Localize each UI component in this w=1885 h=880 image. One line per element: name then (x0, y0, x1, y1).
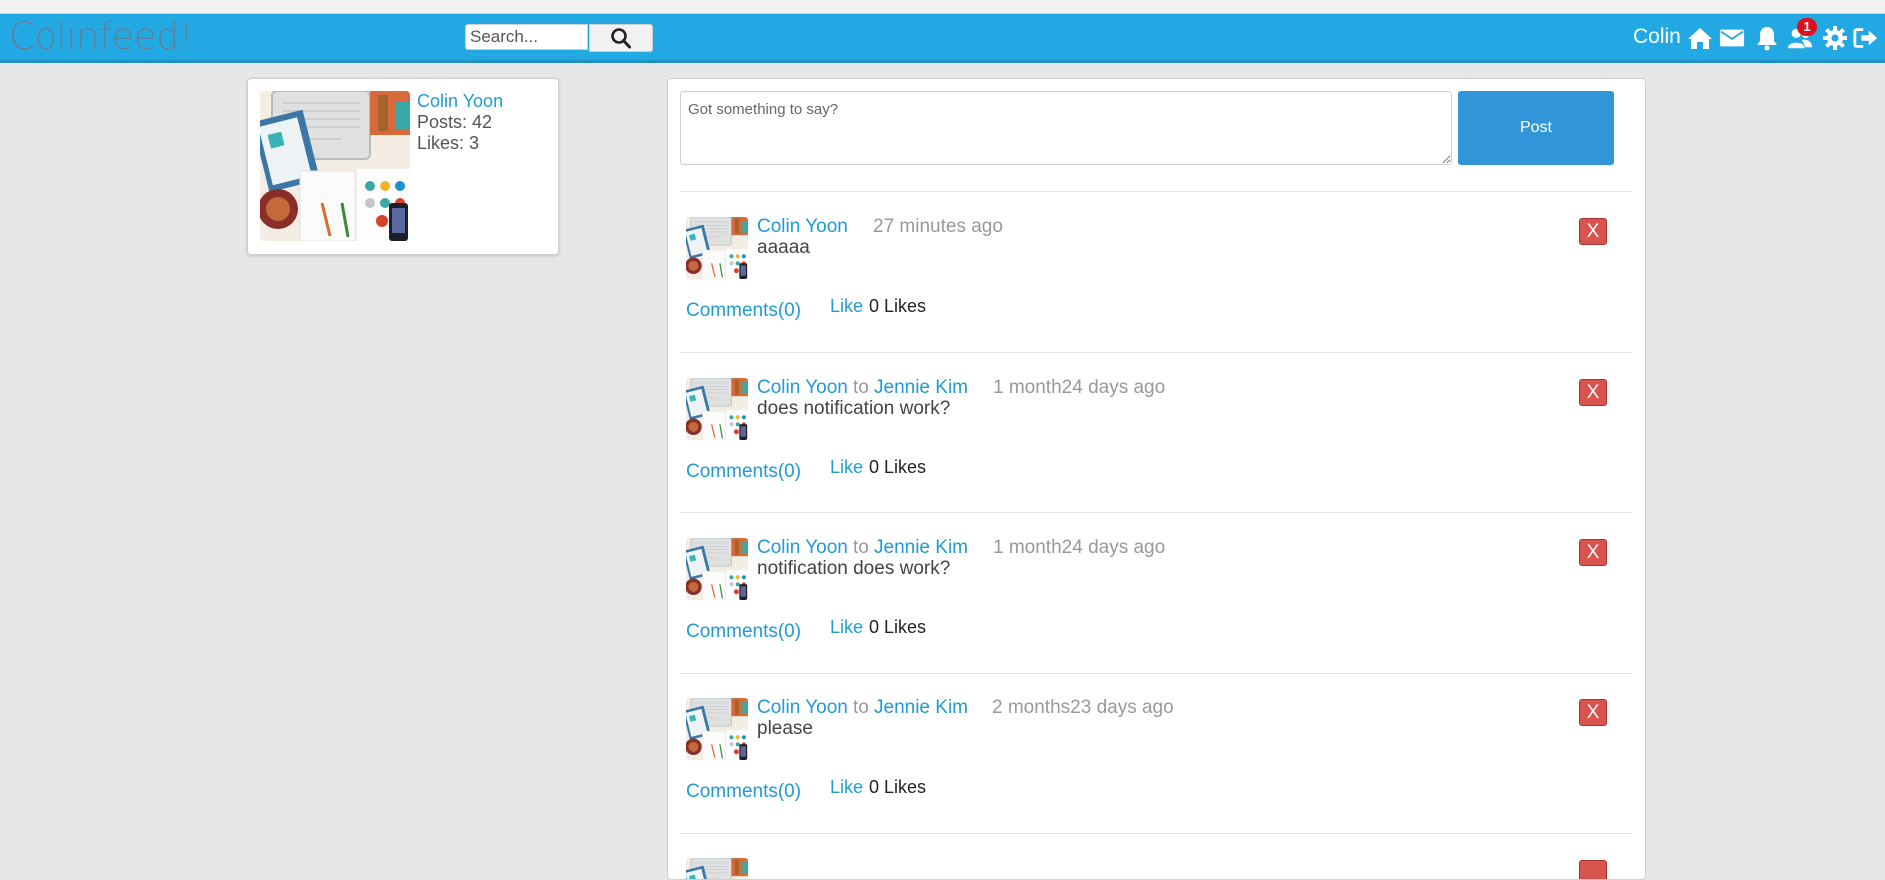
search-input[interactable] (465, 24, 588, 50)
notification-badge[interactable]: 1 (1797, 18, 1817, 36)
post-button[interactable]: Post (1458, 91, 1614, 165)
search-icon (611, 28, 631, 49)
post-timestamp: 1 month24 days ago (993, 537, 1166, 558)
home-icon[interactable] (1687, 25, 1713, 51)
browser-top-edge (0, 0, 1885, 14)
likes-count: 0 Likes (869, 777, 927, 797)
likes-count: 0 Likes (869, 296, 927, 316)
like-link[interactable]: Like (830, 617, 863, 638)
post-avatar[interactable] (686, 858, 748, 879)
site-logo[interactable]: Colinfeed! (9, 15, 194, 59)
post-avatar[interactable] (686, 698, 748, 760)
likes-count: 0 Likes (869, 617, 927, 637)
nav-user-name[interactable]: Colin (1633, 24, 1681, 50)
post-author-link[interactable]: Colin Yoon (757, 377, 848, 399)
post-item: Colin Yoon to Jennie Kim 1 month24 days … (668, 352, 1645, 512)
post-recipient-link[interactable]: Jennie Kim (874, 377, 968, 399)
post-body: does notification work? (757, 398, 951, 419)
post-avatar[interactable] (686, 378, 748, 440)
post-author-link[interactable]: Colin Yoon (757, 216, 848, 238)
status-textarea[interactable] (680, 91, 1452, 165)
navbar: Colinfeed! Colin 1 (0, 14, 1885, 63)
comments-link[interactable]: Comments(0) (686, 781, 801, 803)
post-recipient-link[interactable]: Jennie Kim (874, 697, 968, 719)
post-timestamp: 1 month24 days ago (993, 377, 1166, 398)
profile-posts-count: Posts: 42 (417, 112, 493, 132)
post-recipient-link[interactable]: Jennie Kim (874, 537, 968, 559)
gear-icon[interactable] (1822, 25, 1848, 51)
profile-photo[interactable] (260, 91, 410, 241)
post-timestamp: 27 minutes ago (873, 216, 1003, 237)
post-item (668, 833, 1645, 879)
post-item: Colin Yoon 27 minutes ago aaaaa X Commen… (668, 191, 1645, 351)
post-to-label: to (853, 537, 869, 558)
post-item: Colin Yoon to Jennie Kim 1 month24 days … (668, 512, 1645, 672)
post-avatar[interactable] (686, 538, 748, 600)
like-link[interactable]: Like (830, 777, 863, 798)
comments-link[interactable]: Comments(0) (686, 461, 801, 483)
bell-icon[interactable] (1754, 25, 1780, 51)
post-author-link[interactable]: Colin Yoon (757, 697, 848, 719)
post-body: please (757, 718, 813, 739)
likes-count: 0 Likes (869, 457, 927, 477)
post-author-link[interactable]: Colin Yoon (757, 537, 848, 559)
envelope-icon[interactable] (1719, 25, 1745, 51)
like-link[interactable]: Like (830, 296, 863, 317)
delete-post-button[interactable]: X (1579, 699, 1607, 726)
comments-link[interactable]: Comments(0) (686, 621, 801, 643)
post-body: notification does work? (757, 558, 951, 579)
post-body: aaaaa (757, 237, 810, 258)
post-item: Colin Yoon to Jennie Kim 2 months23 days… (668, 672, 1645, 832)
comments-link[interactable]: Comments(0) (686, 300, 801, 322)
like-link[interactable]: Like (830, 457, 863, 478)
post-timestamp: 2 months23 days ago (992, 697, 1174, 718)
post-to-label: to (853, 697, 869, 718)
post-to-label: to (853, 377, 869, 398)
delete-post-button[interactable]: X (1579, 218, 1607, 245)
profile-name-link[interactable]: Colin Yoon (417, 91, 503, 112)
delete-post-button[interactable]: X (1579, 379, 1607, 406)
profile-card: Colin Yoon Posts: 42 Likes: 3 (247, 78, 559, 255)
delete-post-button[interactable]: X (1579, 539, 1607, 566)
sign-out-icon[interactable] (1853, 25, 1879, 51)
post-avatar[interactable] (686, 217, 748, 279)
profile-likes-count: Likes: 3 (417, 133, 480, 153)
search-button[interactable] (589, 24, 653, 52)
feed-panel: Post Colin Yoon 27 minutes ago aaaaa X C… (667, 78, 1646, 880)
